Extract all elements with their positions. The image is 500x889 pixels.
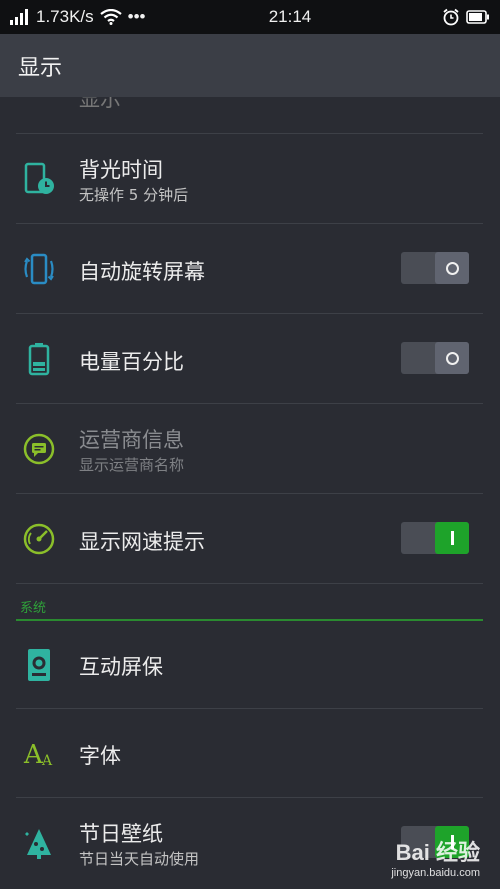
list-item-auto-rotate[interactable]: 自动旋转屏幕 [16, 224, 483, 314]
list-item-backlight-time[interactable]: 背光时间 无操作 5 分钟后 [16, 134, 483, 224]
list-item-font[interactable]: A A 字体 [16, 709, 483, 798]
list-item-title: 背光时间 [79, 158, 163, 182]
section-header-system: 系统 [16, 592, 483, 621]
battery-percentage-toggle[interactable] [401, 342, 469, 374]
list-item-title: 显示网速提示 [79, 530, 205, 554]
toggle-knob [435, 342, 469, 374]
list-item-subtitle: 显示运营商名称 [79, 456, 185, 474]
list-item-title: 节日壁纸 [79, 822, 163, 846]
list-item-title: 运营商信息 [79, 428, 184, 452]
list-item-title: 字体 [79, 744, 121, 768]
list-item-carrier-info[interactable]: 运营商信息 显示运营商名称 [16, 404, 483, 494]
clock: 21:14 [268, 7, 312, 26]
watermark-url: jingyan.baidu.com [391, 867, 480, 879]
alarm-icon [443, 8, 459, 26]
watermark-brand: Bai 经验 [395, 840, 480, 865]
page-title: 显示 [18, 55, 63, 81]
font-icon: A A [23, 740, 53, 770]
list-item-subtitle: 节日当天自动使用 [79, 850, 200, 868]
toggle-knob [435, 522, 469, 554]
auto-rotate-toggle[interactable] [401, 252, 469, 284]
more-indicator: ••• [127, 7, 146, 26]
phone-clock-icon [24, 162, 54, 194]
list-item-interactive-screensaver[interactable]: 互动屏保 [16, 621, 483, 709]
list-item-battery-percentage[interactable]: 电量百分比 [16, 314, 483, 404]
battery-icon [466, 10, 489, 24]
screensaver-icon [28, 649, 50, 681]
list-item-title: 显示 [79, 97, 121, 111]
list-item-subtitle: 无操作 5 分钟后 [79, 186, 189, 204]
network-speed: 1.73K/s [36, 7, 94, 26]
network-speed-toggle[interactable] [401, 522, 469, 554]
toggle-knob [435, 252, 469, 284]
list-item-title: 互动屏保 [79, 655, 163, 679]
settings-list[interactable]: 显示 背光时间 无操作 5 分钟后 自动旋转屏幕 电量百分比 运营商信息 显示运… [0, 97, 500, 889]
list-item-network-speed[interactable]: 显示网速提示 [16, 494, 483, 584]
speedometer-icon [23, 523, 55, 555]
list-item-title: 自动旋转屏幕 [79, 260, 205, 284]
rotate-screen-icon [24, 253, 54, 285]
page-title-bar: 显示 [0, 34, 500, 97]
list-item-title: 电量百分比 [79, 350, 184, 374]
holiday-wallpaper-icon [25, 829, 51, 859]
svg-text:A: A [41, 753, 53, 769]
message-bubble-icon [23, 433, 55, 465]
signal-icon [10, 9, 28, 25]
battery-level-icon [28, 343, 50, 376]
wifi-icon [99, 9, 122, 25]
svg-text:A: A [23, 740, 44, 770]
list-item-display-partial[interactable]: 显示 [16, 97, 483, 134]
section-label: 系统 [20, 601, 47, 616]
watermark: Bai 经验 jingyan.baidu.com [391, 835, 480, 879]
status-bar: 1.73K/s ••• 21:14 [0, 0, 500, 34]
